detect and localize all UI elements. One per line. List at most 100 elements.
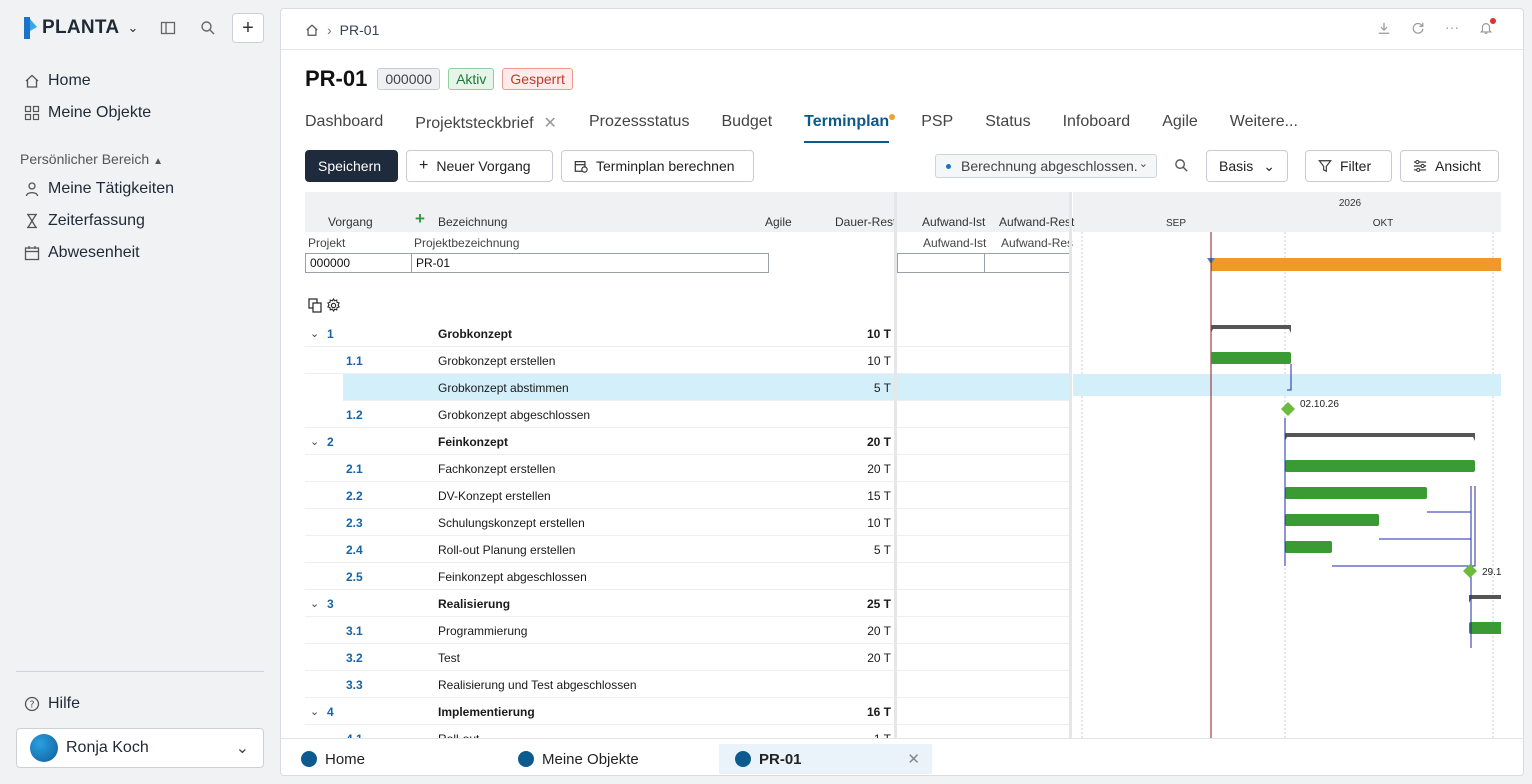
nav-meine-objekte[interactable]: Meine Objekte (24, 104, 151, 122)
task-row[interactable]: ⌄ 1 Grobkonzept 10 T (305, 320, 1071, 347)
task-row[interactable]: ⌄ 4 Implementierung 16 T (305, 698, 1071, 725)
user-menu[interactable]: Ronja Koch ⌄ (16, 728, 264, 768)
task-code: 2.4 (346, 543, 363, 557)
task-row[interactable]: 3.2 Test 20 T (305, 644, 1071, 671)
tab-agile[interactable]: Agile (1162, 113, 1198, 143)
refresh-icon[interactable] (1411, 21, 1425, 35)
chevron-down-icon[interactable]: ⌄ (310, 705, 319, 718)
tab-terminplan[interactable]: Terminplan (804, 113, 896, 143)
task-name: Implementierung (438, 705, 535, 719)
tab-projektsteckbrief[interactable]: Projektsteckbrief ✕ (415, 113, 557, 143)
task-row[interactable]: 2.4 Roll-out Planung erstellen 5 T (305, 536, 1071, 563)
nav-home[interactable]: Home (24, 72, 91, 90)
gantt-milestone-label: 02.10.26 (1300, 399, 1339, 410)
chevron-down-icon[interactable]: ⌄ (310, 597, 319, 610)
task-duration: 10 T (867, 354, 891, 368)
chevron-down-icon[interactable]: ⌄ (310, 327, 319, 340)
tab-dot (301, 751, 317, 767)
planta-logo[interactable]: PLANTA ⌄ (22, 14, 138, 42)
calculate-schedule-button[interactable]: Terminplan berechnen (561, 150, 754, 182)
tab-dot (518, 751, 534, 767)
download-icon[interactable] (1377, 21, 1391, 35)
tab-budget[interactable]: Budget (721, 113, 772, 143)
search-icon[interactable] (1174, 158, 1189, 173)
task-name: Programmierung (438, 624, 528, 638)
task-name: Realisierung und Test abgeschlossen (438, 678, 637, 692)
tab-status[interactable]: Status (985, 113, 1030, 143)
task-row[interactable]: Grobkonzept abstimmen 5 T (343, 374, 1071, 401)
sidebar-toggle-icon[interactable] (160, 20, 176, 36)
tab-weitere[interactable]: Weitere... (1230, 113, 1298, 143)
gantt-month-okt: OKT (1373, 218, 1394, 229)
grid-icon (24, 105, 40, 121)
tab-dot (735, 751, 751, 767)
task-duration: 20 T (867, 651, 891, 665)
task-code: 2.1 (346, 462, 363, 476)
search-icon[interactable] (200, 20, 216, 36)
task-row[interactable]: 2.1 Fachkonzept erstellen 20 T (305, 455, 1071, 482)
aufwand-rest-field[interactable] (984, 253, 1071, 273)
copy-icon[interactable] (308, 298, 322, 313)
new-task-button[interactable]: + Neuer Vorgang (406, 150, 553, 182)
project-id-field[interactable]: 000000 (305, 253, 412, 273)
more-icon[interactable]: ··· (1445, 20, 1459, 38)
breadcrumb: › PR-01 (305, 22, 379, 38)
view-button[interactable]: Ansicht (1400, 150, 1499, 182)
hourglass-icon (27, 213, 37, 229)
task-name: DV-Konzept erstellen (438, 489, 551, 503)
tab-psp[interactable]: PSP (921, 113, 953, 143)
notifications-button[interactable] (1479, 18, 1496, 38)
user-icon (25, 182, 39, 197)
header-aufwand-rest: Aufwand-Rest (999, 215, 1075, 229)
gantt-splitter[interactable] (1069, 192, 1072, 747)
nav-hilfe[interactable]: ? Hilfe (24, 695, 80, 713)
column-splitter[interactable] (894, 192, 897, 747)
task-code: 2.5 (346, 570, 363, 584)
close-icon[interactable]: ✕ (544, 115, 557, 132)
nav-meine-taetigkeiten[interactable]: Meine Tätigkeiten (24, 180, 174, 198)
basis-dropdown[interactable]: Basis ⌄ (1206, 150, 1288, 182)
bottom-tab-meine-objekte[interactable]: Meine Objekte (502, 744, 639, 774)
task-name: Test (438, 651, 461, 665)
basis-label: Basis (1219, 158, 1254, 174)
chevron-down-icon[interactable]: ⌄ (310, 435, 319, 448)
bottom-tab-pr01[interactable]: PR-01 ✕ (719, 744, 932, 774)
task-duration: 20 T (867, 624, 891, 638)
svg-text:?: ? (29, 700, 34, 711)
task-code: 3.2 (346, 651, 363, 665)
tab-prozessstatus[interactable]: Prozessstatus (589, 113, 689, 143)
add-button[interactable]: + (232, 13, 264, 43)
gear-icon[interactable] (326, 298, 341, 313)
aufwand-ist-field[interactable] (897, 253, 985, 273)
personal-section-toggle[interactable]: Persönlicher Bereich ▲ (20, 151, 163, 167)
brand-name: PLANTA (42, 17, 120, 38)
task-name: Grobkonzept (438, 327, 512, 341)
nav-zeiterfassung[interactable]: Zeiterfassung (24, 212, 145, 230)
close-icon[interactable]: ✕ (907, 750, 920, 768)
task-code: 1 (327, 327, 334, 341)
bottom-tab-home[interactable]: Home (285, 744, 365, 774)
task-row[interactable]: ⌄ 2 Feinkonzept 20 T (305, 428, 1071, 455)
project-name-field[interactable]: PR-01 (411, 253, 769, 273)
task-row[interactable]: ⌄ 3 Realisierung 25 T (305, 590, 1071, 617)
save-button[interactable]: Speichern (305, 150, 398, 182)
calendar-refresh-icon (574, 161, 588, 173)
task-row[interactable]: 2.3 Schulungskonzept erstellen 10 T (305, 509, 1071, 536)
add-row-icon[interactable]: + (415, 209, 425, 229)
task-row[interactable]: 2.5 Feinkonzept abgeschlossen (305, 563, 1071, 590)
task-row[interactable]: 1.2 Grobkonzept abgeschlossen (305, 401, 1071, 428)
filter-button[interactable]: Filter (1305, 150, 1392, 182)
calculate-label: Terminplan berechnen (596, 158, 735, 174)
view-label: Ansicht (1435, 158, 1481, 174)
tab-dashboard[interactable]: Dashboard (305, 113, 383, 143)
nav-abwesenheit[interactable]: Abwesenheit (24, 244, 140, 262)
gantt-year: 2026 (1339, 198, 1362, 209)
tab-infoboard[interactable]: Infoboard (1063, 113, 1131, 143)
task-row[interactable]: 3.1 Programmierung 20 T (305, 617, 1071, 644)
unsaved-dot (889, 114, 896, 120)
task-row[interactable]: 2.2 DV-Konzept erstellen 15 T (305, 482, 1071, 509)
calculation-status[interactable]: Berechnung abgeschlossen. ⌄ (935, 154, 1157, 178)
home-icon[interactable] (305, 23, 319, 37)
task-row[interactable]: 3.3 Realisierung und Test abgeschlossen (305, 671, 1071, 698)
task-row[interactable]: 1.1 Grobkonzept erstellen 10 T (305, 347, 1071, 374)
